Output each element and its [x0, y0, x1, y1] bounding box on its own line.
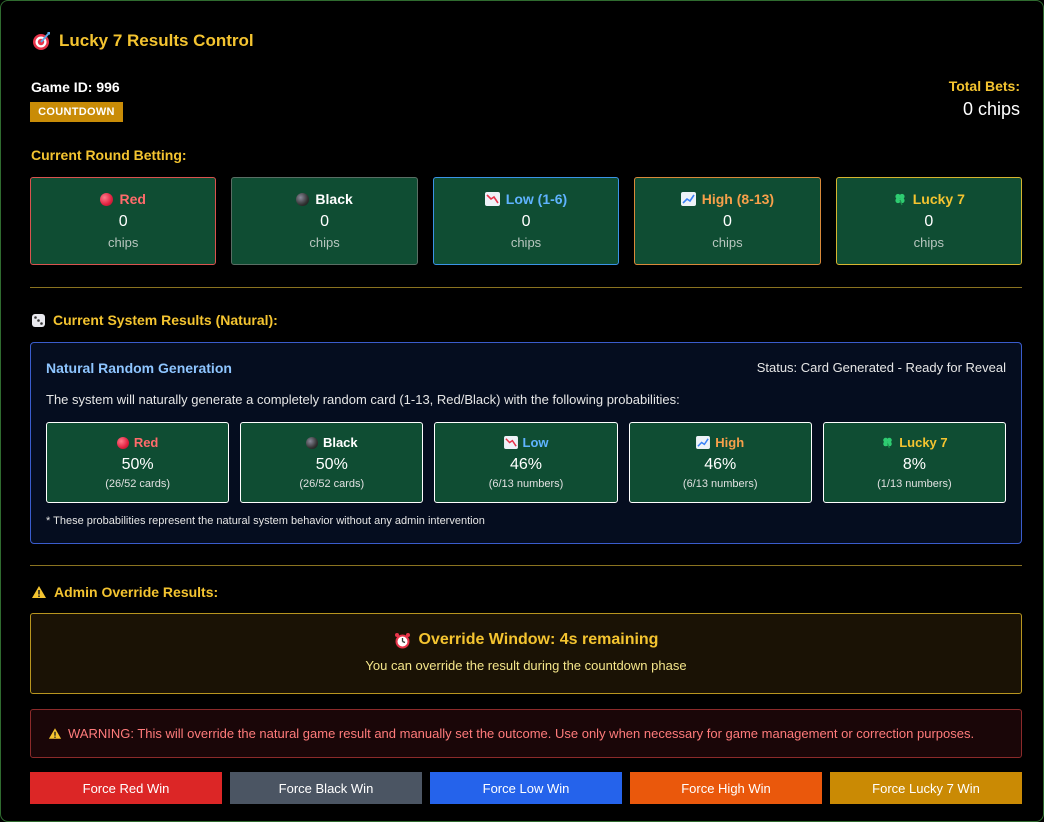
bet-card-amount: 0	[521, 213, 531, 230]
prob-card-percent: 8%	[902, 456, 926, 473]
betting-section-title: Current Round Betting:	[31, 147, 187, 163]
bet-card-high: High (8-13) 0 chips	[634, 177, 821, 265]
four-leaf-clover-icon	[883, 437, 892, 449]
override-warning: WARNING: This will override the natural …	[30, 709, 1022, 758]
bet-card-unit: chips	[913, 235, 944, 250]
override-warning-text: WARNING: This will override the natural …	[68, 726, 975, 741]
bet-card-label: Red	[119, 191, 146, 207]
bet-card-amount: 0	[924, 213, 934, 230]
natural-section-title: Current System Results (Natural):	[31, 312, 278, 328]
natural-section-title-text: Current System Results (Natural):	[53, 312, 278, 328]
status-badge: COUNTDOWN	[30, 102, 123, 122]
override-window-title: Override Window: 4s remaining	[31, 631, 1021, 649]
chart-increasing-icon	[696, 436, 711, 449]
divider	[30, 287, 1022, 288]
prob-card-label: Lucky 7	[899, 435, 948, 450]
prob-card-detail: (6/13 numbers)	[682, 478, 758, 490]
prob-card-detail: (1/13 numbers)	[877, 478, 952, 490]
override-window: Override Window: 4s remaining You can ov…	[30, 613, 1022, 694]
prob-card-black-header: Black	[305, 435, 358, 450]
probability-cards: Red 50% (26/52 cards) Black 50% (26/52 c…	[46, 422, 1007, 503]
prob-card-percent: 50%	[315, 456, 348, 473]
natural-results-panel: Natural Random Generation Status: Card G…	[30, 342, 1022, 544]
red-ball-icon	[116, 436, 129, 449]
prob-card-label: Red	[133, 435, 159, 450]
prob-card-black: Black 50% (26/52 cards)	[240, 422, 424, 503]
force-low-win-button[interactable]: Force Low Win	[430, 772, 622, 804]
prob-card-detail: (6/13 numbers)	[488, 478, 564, 490]
warning-icon	[48, 728, 62, 739]
prob-card-low: Low 46% (6/13 numbers)	[434, 422, 618, 503]
force-buttons: Force Red Win Force Black Win Force Low …	[30, 772, 1022, 804]
force-lucky-7-win-button[interactable]: Force Lucky 7 Win	[830, 772, 1022, 804]
force-red-win-button[interactable]: Force Red Win	[30, 772, 222, 804]
page-title: Lucky 7 Results Control	[31, 31, 254, 51]
bet-card-lucky-header: Lucky 7	[893, 191, 965, 207]
bet-card-amount: 0	[320, 213, 330, 230]
black-ball-icon	[296, 192, 310, 206]
prob-card-low-header: Low	[503, 435, 549, 450]
results-control-panel: Lucky 7 Results Control Game ID: 996 COU…	[0, 0, 1044, 822]
prob-card-high: High 46% (6/13 numbers)	[628, 422, 812, 503]
prob-card-detail: (26/52 cards)	[299, 478, 365, 490]
bet-card-unit: chips	[108, 235, 139, 250]
prob-card-label: Low	[522, 435, 549, 450]
bet-card-unit: chips	[510, 235, 542, 250]
natural-description: The system will naturally generate a com…	[46, 392, 680, 407]
override-section-title-text: Admin Override Results:	[54, 584, 219, 600]
chart-increasing-icon	[680, 192, 696, 206]
bet-card-red: Red 0 chips	[30, 177, 217, 265]
bet-card-red-header: Red	[100, 191, 146, 207]
dice-icon	[32, 313, 45, 327]
force-high-win-button[interactable]: Force High Win	[630, 772, 822, 804]
bet-card-lucky: Lucky 7 0 chips	[835, 177, 1023, 265]
prob-card-lucky: Lucky 7 8% (1/13 numbers)	[822, 422, 1007, 503]
chart-decreasing-icon	[484, 192, 500, 206]
override-window-title-text: Override Window: 4s remaining	[418, 631, 659, 648]
natural-note: * These probabilities represent the natu…	[46, 515, 485, 527]
natural-status: Status: Card Generated - Ready for Revea…	[756, 360, 1006, 375]
total-bets-value: 0 chips	[962, 99, 1020, 119]
bet-card-amount: 0	[722, 213, 732, 230]
black-ball-icon	[305, 436, 318, 449]
bet-card-label: Lucky 7	[912, 191, 965, 207]
divider	[30, 565, 1022, 566]
bet-card-low-header: Low (1-6)	[484, 191, 568, 207]
bet-card-high-header: High (8-13)	[680, 191, 775, 207]
game-id: Game ID: 996	[31, 79, 120, 95]
bet-card-unit: chips	[309, 235, 340, 250]
bet-card-label: Black	[315, 191, 353, 207]
override-section-title: Admin Override Results:	[31, 584, 218, 600]
four-leaf-clover-icon	[895, 193, 905, 206]
bet-card-unit: chips	[712, 235, 743, 250]
prob-card-high-header: High	[696, 435, 744, 450]
alarm-clock-icon	[394, 632, 410, 648]
total-bets: Total Bets: 0 chips	[949, 78, 1020, 120]
bet-card-black-header: Black	[296, 191, 353, 207]
red-ball-icon	[100, 192, 114, 206]
bet-card-label: High (8-13)	[701, 191, 775, 207]
prob-card-detail: (26/52 cards)	[105, 478, 170, 490]
force-black-win-button[interactable]: Force Black Win	[230, 772, 422, 804]
chart-decreasing-icon	[503, 436, 518, 449]
total-bets-label: Total Bets:	[948, 78, 1020, 94]
override-window-subtitle: You can override the result during the c…	[365, 658, 687, 673]
prob-card-label: High	[715, 435, 745, 450]
prob-card-percent: 46%	[704, 456, 737, 473]
prob-card-red-header: Red	[116, 435, 159, 450]
bet-card-label: Low (1-6)	[505, 191, 568, 207]
bet-card-amount: 0	[118, 213, 128, 230]
natural-header: Natural Random Generation	[46, 360, 232, 376]
target-icon	[33, 32, 50, 50]
bet-card-low: Low (1-6) 0 chips	[432, 177, 620, 265]
warning-icon	[32, 586, 46, 598]
prob-card-label: Black	[322, 435, 358, 450]
betting-cards: Red 0 chips Black 0 chips Low (1-6) 0 ch…	[30, 177, 1023, 265]
prob-card-percent: 50%	[121, 456, 154, 473]
bet-card-black: Black 0 chips	[231, 177, 418, 265]
prob-card-percent: 46%	[509, 456, 543, 473]
prob-card-red: Red 50% (26/52 cards)	[46, 422, 230, 503]
page-title-text: Lucky 7 Results Control	[59, 31, 254, 50]
prob-card-lucky-header: Lucky 7	[881, 435, 948, 450]
